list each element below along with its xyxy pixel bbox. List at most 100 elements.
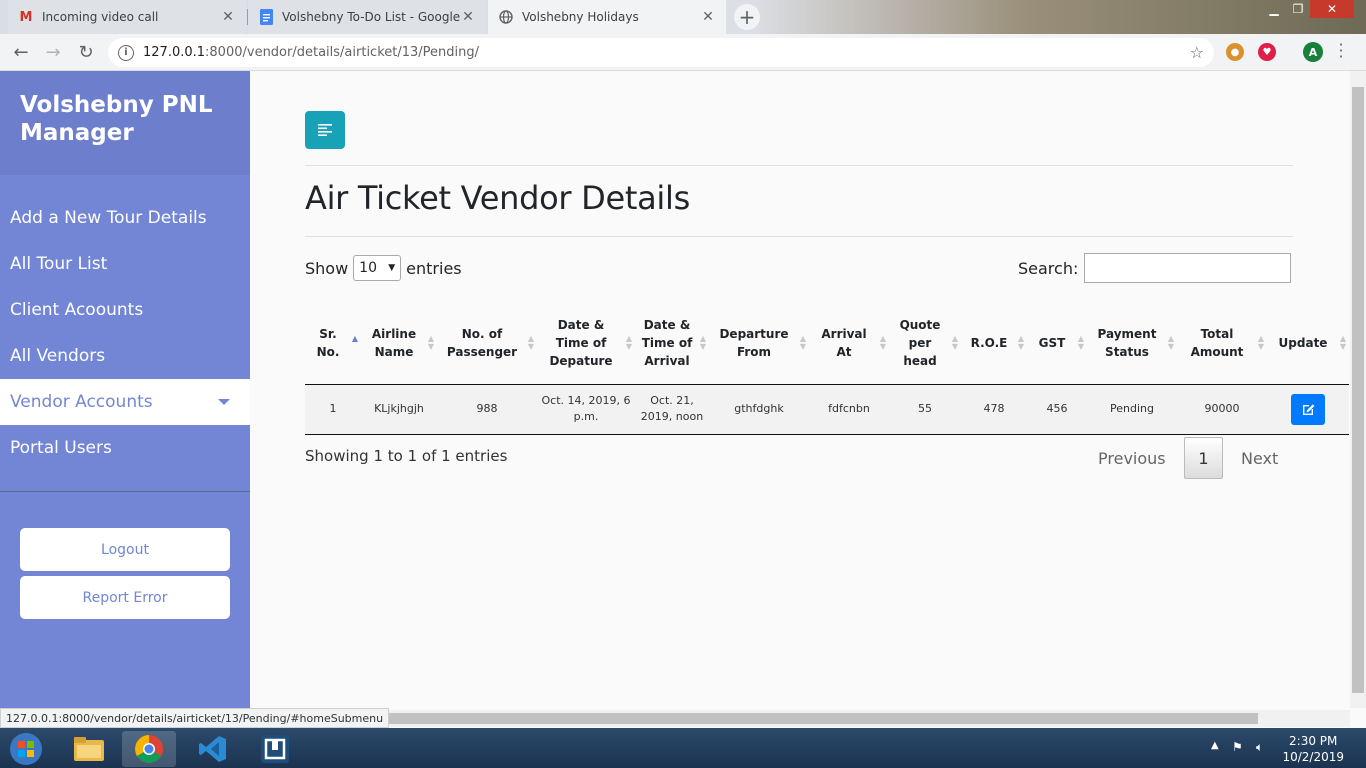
tab-title: Volshebny To-Do List - Google D: [282, 10, 460, 24]
column-header-label: Date & Time of Depature: [549, 317, 613, 368]
bookmark-star-icon[interactable]: ☆: [1190, 43, 1204, 62]
dropdown-arrow-icon: ▼: [388, 263, 396, 273]
column-header[interactable]: Date & Time of Depature ▲ ▼: [537, 302, 635, 385]
show-label: Show: [305, 258, 349, 278]
vscode-taskbar-icon[interactable]: [186, 731, 240, 767]
cookie-extension-icon[interactable]: ●: [1226, 43, 1244, 61]
pager-next[interactable]: Next: [1241, 437, 1278, 479]
sidebar-toggle-button[interactable]: [305, 111, 345, 149]
window-close-icon[interactable]: ✕: [1310, 0, 1354, 18]
pager-page-1[interactable]: 1: [1184, 437, 1223, 479]
system-clock[interactable]: 2:30 PM 10/2/2019: [1282, 733, 1344, 765]
app-taskbar-icon[interactable]: [248, 731, 302, 767]
cell-sr-no: 1: [305, 384, 361, 435]
show-hidden-icons[interactable]: ▲: [1211, 740, 1219, 751]
tab-todo-list[interactable]: Volshebny To-Do List - Google D ✕: [248, 0, 486, 34]
tab-volshebny-holidays[interactable]: Volshebny Holidays ✕: [488, 0, 726, 34]
entries-select-value: 10: [359, 260, 377, 276]
sidebar-item-add-tour[interactable]: Add a New Tour Details: [0, 195, 250, 241]
column-header[interactable]: Date & Time of Arrival ▲ ▼: [635, 302, 709, 385]
tab-title: Incoming video call: [42, 10, 159, 24]
sidebar-nav: Add a New Tour Details All Tour List Cli…: [0, 175, 250, 492]
tab-incoming-video-call[interactable]: M Incoming video call ✕: [8, 0, 246, 34]
sort-icon: ▲ ▼: [879, 334, 886, 351]
column-header[interactable]: No. of Passenger ▲ ▼: [437, 302, 537, 385]
sidebar-item-all-vendors[interactable]: All Vendors: [0, 333, 250, 379]
clock-time: 2:30 PM: [1289, 734, 1338, 748]
column-header[interactable]: Airline Name ▲ ▼: [361, 302, 437, 385]
column-header-label: Update: [1278, 335, 1328, 350]
close-icon[interactable]: ✕: [460, 9, 476, 25]
sidebar-item-vendor-accounts[interactable]: Vendor Accounts: [0, 379, 250, 425]
column-header[interactable]: Arrival At ▲ ▼: [809, 302, 889, 385]
scrollbar-thumb[interactable]: [1352, 87, 1364, 693]
sidebar-item-label: Client Acoounts: [10, 300, 144, 320]
sidebar-item-portal-users[interactable]: Portal Users: [0, 425, 250, 471]
close-icon[interactable]: ✕: [700, 9, 716, 25]
column-header[interactable]: Total Amount ▲ ▼: [1177, 302, 1267, 385]
browser-menu-icon[interactable]: · · ·: [1336, 37, 1346, 65]
vertical-scrollbar[interactable]: [1350, 71, 1366, 708]
sidebar-item-client-accounts[interactable]: Client Acoounts: [0, 287, 250, 333]
url-host: 127.0.0.1: [143, 45, 206, 60]
browser-toolbar: ← → ↻ i 127.0.0.1:8000/vendor/details/ai…: [0, 34, 1366, 71]
cell-arrival-at: fdfcnbn: [809, 384, 889, 435]
cell-airline-name: KLjkjhgjh: [361, 384, 437, 435]
column-header[interactable]: Sr. No. ▲: [305, 302, 361, 385]
sidebar: Volshebny PNL Manager Add a New Tour Det…: [0, 71, 250, 708]
forward-icon[interactable]: →: [41, 40, 65, 64]
column-header-label: Total Amount: [1190, 326, 1244, 359]
pager-previous[interactable]: Previous: [1098, 437, 1166, 479]
sidebar-item-label: Vendor Accounts: [10, 392, 153, 412]
sidebar-item-label: Portal Users: [10, 438, 112, 458]
table-info: Showing 1 to 1 of 1 entries: [305, 447, 508, 465]
start-button[interactable]: [2, 731, 50, 767]
file-explorer-icon[interactable]: [62, 731, 116, 767]
sidebar-item-label: All Vendors: [10, 346, 106, 366]
column-header[interactable]: GST ▲ ▼: [1027, 302, 1087, 385]
clock-date: 10/2/2019: [1282, 750, 1344, 764]
minimize-icon[interactable]: ▁: [1262, 0, 1286, 18]
column-header[interactable]: Departure From ▲ ▼: [709, 302, 809, 385]
sort-icon: ▲ ▼: [625, 334, 632, 351]
report-error-button[interactable]: Report Error: [20, 576, 230, 619]
column-header[interactable]: Update ▲ ▼: [1267, 302, 1349, 385]
logout-button[interactable]: Logout: [20, 528, 230, 571]
volume-icon[interactable]: 🔈︎: [1256, 740, 1263, 755]
cell-payment-status: Pending: [1087, 384, 1177, 435]
column-header[interactable]: R.O.E ▲ ▼: [961, 302, 1027, 385]
new-tab-button[interactable]: +: [734, 4, 760, 30]
column-header-label: Departure From: [719, 326, 789, 359]
column-header[interactable]: Quote per head ▲ ▼: [889, 302, 961, 385]
address-bar[interactable]: i 127.0.0.1:8000/vendor/details/airticke…: [108, 38, 1214, 67]
cell-departure-datetime: Oct. 14, 2019, 6 p.m.: [537, 384, 635, 435]
site-info-icon[interactable]: i: [118, 44, 134, 61]
restore-icon[interactable]: ❐: [1286, 0, 1310, 18]
extension-icon[interactable]: ♥: [1258, 43, 1276, 61]
column-header-label: No. of Passenger: [446, 326, 518, 359]
profile-avatar[interactable]: A: [1303, 42, 1323, 62]
windows-taskbar: ▲ ⚑ 🔈︎ 2:30 PM 10/2/2019: [0, 728, 1366, 768]
url-path: :8000/vendor/details/airticket/13/Pendin…: [205, 45, 480, 60]
back-icon[interactable]: ←: [9, 40, 33, 64]
sort-icon: ▲ ▼: [799, 334, 806, 351]
cell-total-amount: 90000: [1177, 384, 1267, 435]
reload-icon[interactable]: ↻: [74, 40, 98, 64]
entries-select[interactable]: 10 ▼: [353, 255, 402, 281]
sort-icon: ▲ ▼: [1017, 334, 1024, 351]
sidebar-item-all-tours[interactable]: All Tour List: [0, 241, 250, 287]
search-input[interactable]: [1084, 253, 1292, 283]
cell-passengers: 988: [437, 384, 537, 435]
tab-title: Volshebny Holidays: [522, 10, 639, 24]
column-header-label: Quote per head: [899, 317, 941, 368]
sort-icon: ▲ ▼: [427, 334, 434, 351]
action-center-flag-icon[interactable]: ⚑: [1232, 740, 1243, 754]
window-controls: ▁ ❐ ✕: [1262, 0, 1354, 18]
sidebar-item-label: All Tour List: [10, 254, 108, 274]
cell-roe: 478: [961, 384, 1027, 435]
column-header[interactable]: Payment Status ▲ ▼: [1087, 302, 1177, 385]
chrome-taskbar-icon[interactable]: [122, 731, 176, 767]
edit-button[interactable]: [1291, 393, 1325, 425]
scrollbar-thumb[interactable]: [370, 713, 1258, 724]
close-icon[interactable]: ✕: [220, 9, 236, 25]
